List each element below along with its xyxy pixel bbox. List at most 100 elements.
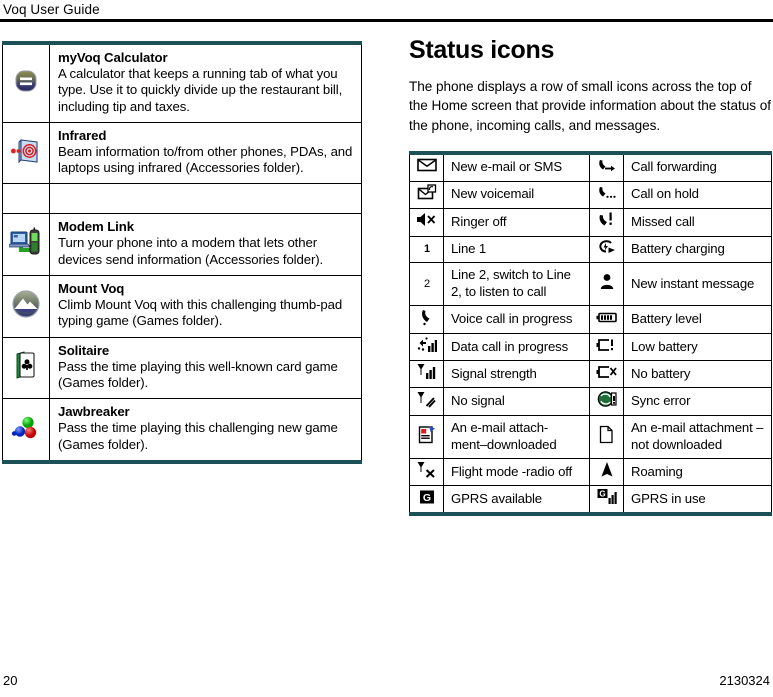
status-icon-label: Voice call in progress (443, 305, 590, 335)
ringer-off-icon (416, 212, 438, 227)
status-icon-cell (409, 180, 444, 209)
status-icon-label: Battery level (623, 305, 772, 335)
table-row: Ringer off Missed call (409, 207, 772, 237)
running-header: Voq User Guide (0, 0, 773, 19)
app-description: Turn your phone into a modem that lets o… (58, 235, 324, 267)
table-row: Mount Voq Climb Mount Voq with this chal… (2, 275, 362, 338)
envelope-icon (416, 158, 437, 172)
call-on-hold-icon (597, 184, 616, 201)
app-description: Pass the time playing this well-known ca… (58, 358, 338, 390)
status-icon-label: Call forwarding (623, 152, 772, 182)
status-icons-table: New e-mail or SMS Call forwarding New vo… (409, 150, 772, 517)
low-battery-icon (596, 338, 617, 352)
app-title: Jawbreaker (58, 404, 130, 420)
table-row: Solitaire Pass the time playing this wel… (2, 336, 362, 400)
status-icon-cell (409, 360, 444, 389)
attachment-downloaded-icon (418, 425, 436, 444)
section-intro-paragraph: The phone displays a row of small icons … (409, 79, 771, 133)
flight-mode-icon (417, 461, 436, 479)
table-row: New e-mail or SMS Call forwarding (409, 152, 772, 182)
table-row: An e-mail attach-ment–downloaded An e-ma… (409, 415, 772, 460)
status-icon-label: Signal strength (443, 360, 590, 389)
right-column: Status icons The phone displays a row of… (409, 36, 772, 517)
app-icon-cell (2, 398, 50, 463)
app-icon-cell (2, 275, 50, 338)
status-icon-cell (589, 305, 624, 335)
table-row: Modem Link Turn your phone into a modem … (2, 213, 362, 277)
app-title: Modem Link (58, 219, 134, 235)
instant-message-icon (599, 273, 615, 290)
app-icon-cell (2, 42, 50, 123)
status-icon-cell (409, 387, 444, 417)
table-row: Signal strength No battery (409, 360, 772, 389)
status-icon-cell (409, 458, 444, 487)
app-icon-cell (2, 213, 50, 277)
status-icon-cell (409, 305, 444, 335)
svg-text:1: 1 (423, 243, 429, 255)
status-icon-label: Ringer off (443, 207, 590, 237)
left-column: myVoq Calculator A calculator that keeps… (2, 41, 362, 464)
app-icon-cell-empty (2, 183, 50, 215)
app-text-cell: Infrared Beam information to/from other … (49, 121, 362, 185)
status-icon-label: New instant message (623, 262, 772, 307)
status-icon-label: GPRS in use (623, 485, 772, 515)
status-icon-cell (409, 415, 444, 460)
solitaire-icon (11, 349, 41, 381)
line-2-icon: 2 (419, 274, 435, 290)
modem-link-icon (7, 226, 43, 258)
footer-document-number: 2130324 (719, 673, 770, 688)
status-icon-label: Line 2, switch to Line 2, to listen to c… (443, 262, 590, 307)
status-icon-label: An e-mail attachment – not downloaded (623, 415, 772, 460)
app-description: Pass the time playing this challenging n… (58, 420, 338, 452)
table-row: No signal Sync error (409, 387, 772, 417)
table-row: New voicemail Call on hold (409, 180, 772, 209)
status-icon-cell (589, 387, 624, 417)
status-icon-cell (589, 262, 624, 307)
svg-text:G: G (599, 490, 605, 499)
table-row: Infrared Beam information to/from other … (2, 121, 362, 185)
table-row: 2 Line 2, switch to Line 2, to listen to… (409, 262, 772, 307)
status-icon-label: No battery (623, 360, 772, 389)
data-call-icon (417, 336, 437, 353)
status-icon-label: Roaming (623, 458, 772, 487)
app-description: Climb Mount Voq with this challenging th… (58, 297, 343, 329)
app-text-cell: Mount Voq Climb Mount Voq with this chal… (49, 275, 362, 338)
applications-table: myVoq Calculator A calculator that keeps… (2, 41, 362, 464)
status-icon-cell (409, 152, 444, 182)
app-title: Infrared (58, 127, 107, 143)
no-signal-icon (417, 391, 436, 408)
table-row: G GPRS available G GPRS in use (409, 485, 772, 515)
table-row: Jawbreaker Pass the time playing this ch… (2, 398, 362, 463)
status-icon-cell (589, 415, 624, 460)
sync-error-icon (597, 390, 617, 408)
status-icon-cell (589, 360, 624, 389)
status-icon-cell (589, 152, 624, 182)
app-text-cell-empty (49, 183, 362, 215)
signal-strength-icon (417, 363, 436, 380)
table-row: myVoq Calculator A calculator that keeps… (2, 42, 362, 123)
status-icon-label: New e-mail or SMS (443, 152, 590, 182)
table-row: Voice call in progress Battery level (409, 305, 772, 335)
status-icon-label: GPRS available (443, 485, 590, 515)
running-head-text: Voq User Guide (3, 2, 100, 17)
status-icon-cell: 1 (409, 235, 444, 264)
roaming-icon (600, 461, 614, 478)
app-icon-cell (2, 121, 50, 185)
status-icon-cell (589, 458, 624, 487)
status-icon-label: Data call in progress (443, 333, 590, 362)
status-icon-cell (589, 207, 624, 237)
table-row-empty (2, 183, 362, 215)
jawbreaker-icon (10, 413, 42, 441)
app-text-cell: Jawbreaker Pass the time playing this ch… (49, 398, 362, 463)
status-icon-label: No signal (443, 387, 590, 417)
footer-page-number: 20 (3, 673, 18, 688)
voicemail-icon (417, 184, 437, 201)
app-text-cell: Solitaire Pass the time playing this wel… (49, 336, 362, 400)
status-icon-cell (589, 235, 624, 264)
svg-text:2: 2 (423, 278, 429, 290)
battery-level-icon (596, 311, 618, 324)
status-icon-label: An e-mail attach-ment–downloaded (443, 415, 590, 460)
status-icon-label: Call on hold (623, 180, 772, 209)
gprs-available-icon: G (419, 489, 435, 505)
app-description: Beam information to/from other phones, P… (58, 143, 353, 176)
